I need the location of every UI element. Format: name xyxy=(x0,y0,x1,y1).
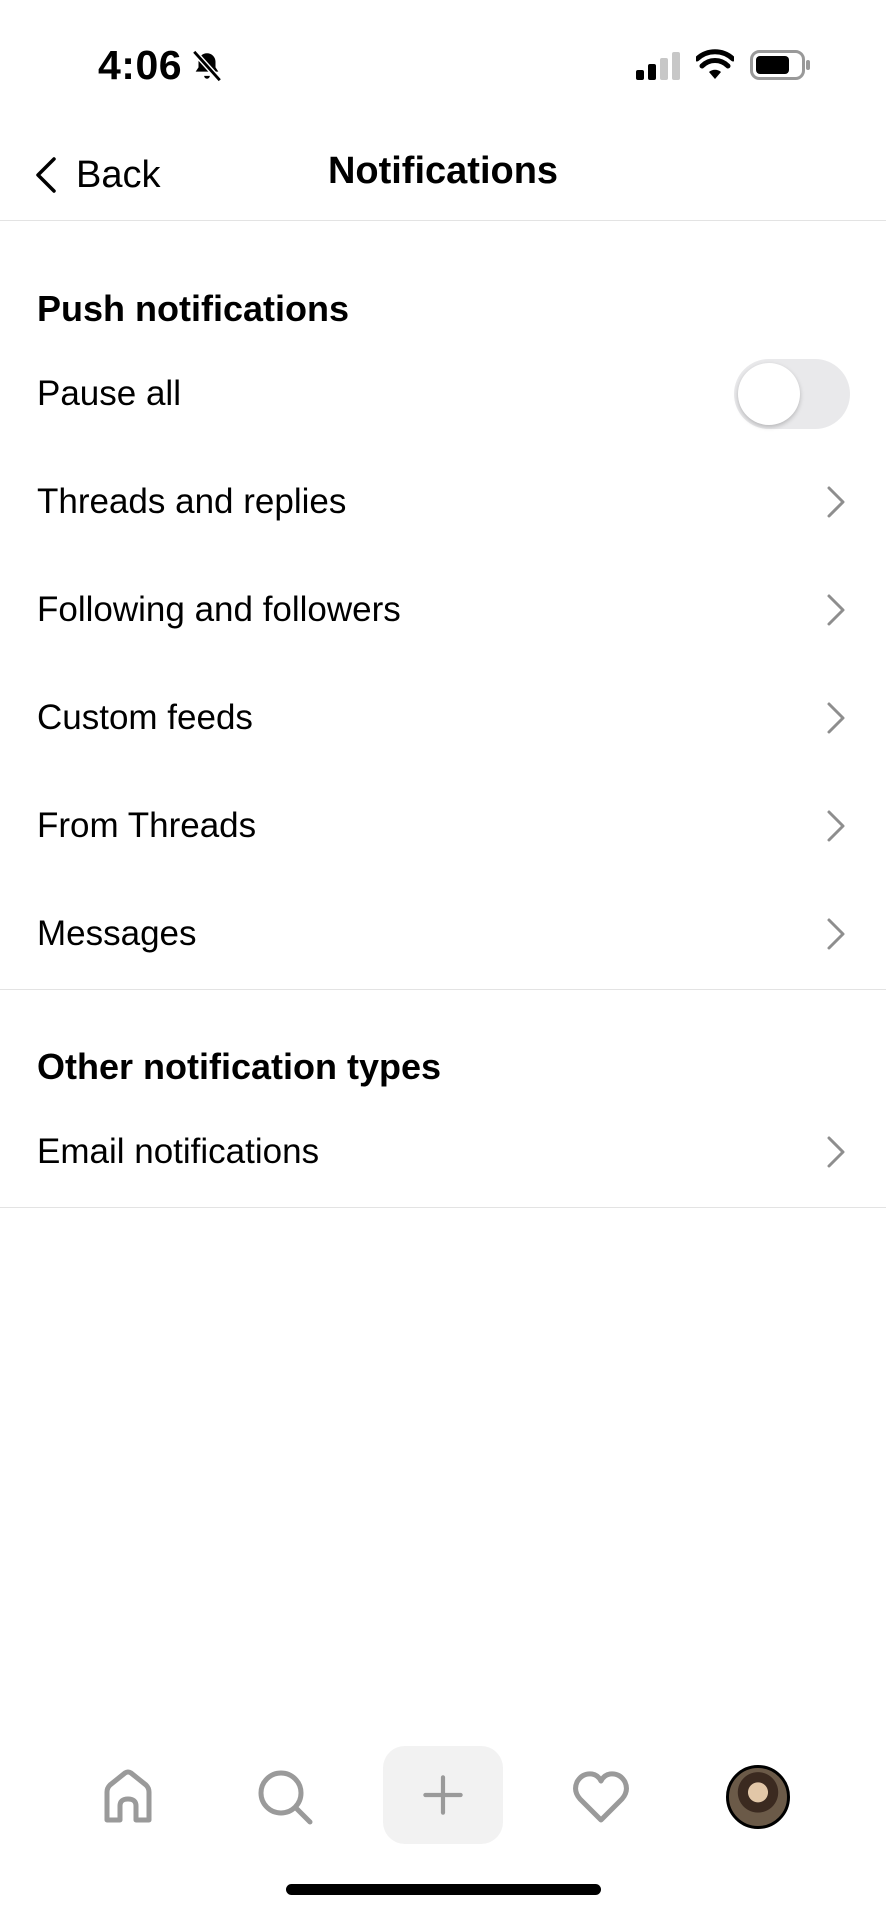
row-label: Email notifications xyxy=(37,1132,320,1171)
battery-icon xyxy=(750,50,810,80)
chevron-right-icon xyxy=(827,486,845,518)
tab-compose[interactable] xyxy=(383,1746,503,1844)
row-email-notifications[interactable]: Email notifications xyxy=(0,1098,886,1206)
profile-avatar xyxy=(726,1765,790,1829)
cellular-signal-icon xyxy=(636,52,680,80)
chevron-right-icon xyxy=(827,594,845,626)
status-bar: 4:06 xyxy=(0,0,886,130)
section-divider xyxy=(0,1207,886,1208)
tab-home[interactable] xyxy=(73,1742,183,1852)
row-label: Messages xyxy=(37,914,197,953)
section-divider xyxy=(0,989,886,990)
pause-all-toggle[interactable] xyxy=(734,359,850,429)
row-label: Threads and replies xyxy=(37,482,347,521)
status-time: 4:06 xyxy=(98,42,183,88)
row-label: Custom feeds xyxy=(37,698,253,737)
chevron-right-icon xyxy=(827,702,845,734)
chevron-right-icon xyxy=(827,810,845,842)
search-icon xyxy=(258,1770,313,1825)
pause-all-label: Pause all xyxy=(37,374,181,413)
row-label: Following and followers xyxy=(37,590,401,629)
row-from-threads[interactable]: From Threads xyxy=(0,772,886,880)
chevron-right-icon xyxy=(827,1136,845,1168)
section-heading-push: Push notifications xyxy=(37,288,350,329)
row-following-and-followers[interactable]: Following and followers xyxy=(0,556,886,664)
plus-icon xyxy=(423,1775,463,1815)
row-pause-all: Pause all xyxy=(0,340,886,448)
nav-header: Back Notifications xyxy=(0,130,886,221)
chevron-right-icon xyxy=(827,918,845,950)
bottom-tab-bar xyxy=(0,1742,886,1852)
tab-search[interactable] xyxy=(230,1742,340,1852)
row-messages[interactable]: Messages xyxy=(0,880,886,988)
toggle-knob xyxy=(738,363,800,425)
home-icon xyxy=(104,1769,152,1823)
bell-slash-icon xyxy=(192,49,222,83)
heart-icon xyxy=(573,1771,629,1823)
home-indicator xyxy=(286,1884,601,1895)
section-heading-other: Other notification types xyxy=(37,1046,442,1087)
row-custom-feeds[interactable]: Custom feeds xyxy=(0,664,886,772)
row-label: From Threads xyxy=(37,806,257,845)
tab-activity[interactable] xyxy=(546,1742,656,1852)
page-title: Notifications xyxy=(327,150,559,192)
wifi-icon xyxy=(696,49,734,79)
row-threads-and-replies[interactable]: Threads and replies xyxy=(0,448,886,556)
tab-profile[interactable] xyxy=(703,1742,813,1852)
